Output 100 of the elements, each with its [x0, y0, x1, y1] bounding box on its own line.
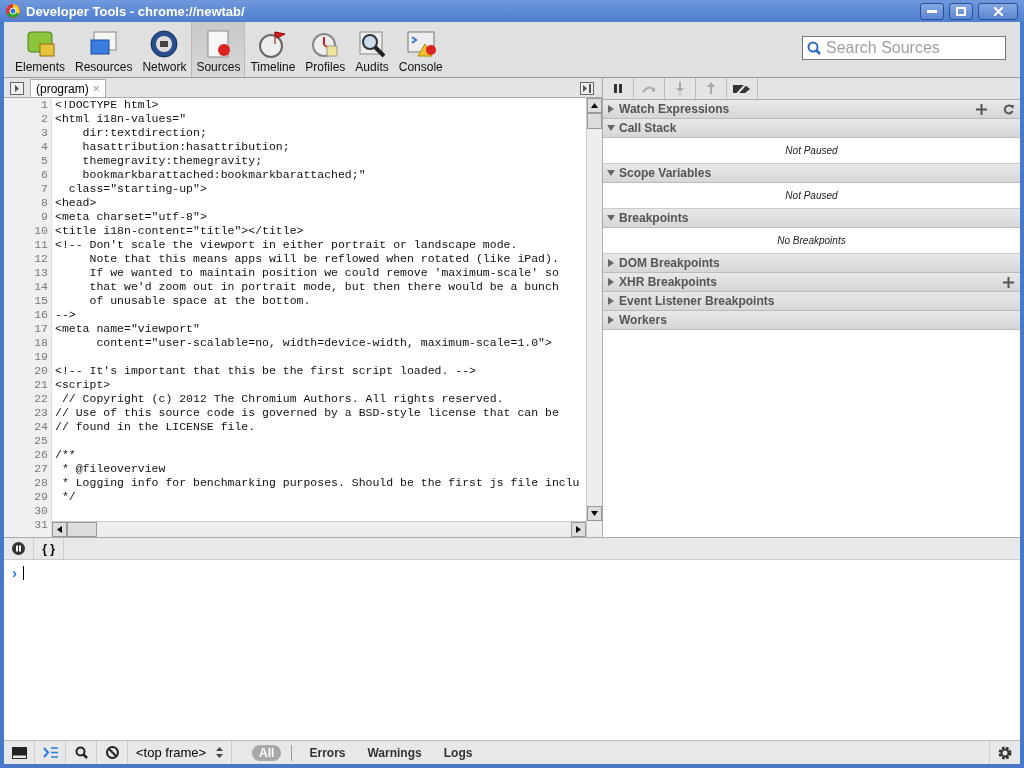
section-header[interactable]: Scope Variables [603, 164, 1020, 183]
section-header[interactable]: Workers [603, 311, 1020, 330]
code-line: <html i18n-values=" [55, 112, 188, 126]
code-line: <meta name="viewport" [55, 322, 201, 336]
line-number: 18 [33, 336, 49, 350]
section-header[interactable]: DOM Breakpoints [603, 254, 1020, 273]
line-number: 4 [40, 140, 49, 154]
step-over-icon [642, 84, 656, 93]
toggle-navigator-icon[interactable] [10, 82, 24, 95]
line-number: 8 [40, 196, 49, 210]
line-number: 9 [40, 210, 49, 224]
code-line: class="starting-up"> [67, 182, 208, 196]
section-header[interactable]: Watch Expressions [603, 100, 1020, 119]
step-into-icon [676, 82, 684, 95]
add-icon[interactable] [1003, 276, 1014, 288]
collapse-triangle-icon[interactable] [607, 169, 615, 177]
code-line: <title i18n-content="title"></title> [55, 224, 305, 238]
browser-logo-icon [6, 4, 20, 18]
code-line: * @fileoverview [60, 462, 167, 476]
code-line: dir:textdirection; [81, 126, 208, 140]
panel-tab[interactable]: Timeline [245, 22, 301, 77]
pause-icon [614, 84, 622, 93]
line-number: 2 [40, 112, 49, 126]
section-header[interactable]: Call Stack [603, 119, 1020, 138]
pretty-print-button[interactable]: { } [34, 537, 64, 560]
console-input[interactable]: › [4, 560, 1020, 740]
line-number: 17 [33, 322, 49, 336]
search-field[interactable]: Search Sources [802, 36, 1006, 60]
expand-triangle-icon[interactable] [607, 105, 615, 113]
expand-triangle-icon[interactable] [607, 316, 615, 324]
line-number: 30 [33, 504, 49, 518]
code-line: <head> [55, 196, 98, 210]
refresh-icon[interactable] [1003, 103, 1014, 115]
line-number: 10 [33, 224, 49, 238]
settings-icon [997, 744, 1013, 761]
code-line: // Use of this source code is governed by a BSD-style license that can be [55, 406, 560, 420]
frame-select[interactable]: <top frame> [128, 740, 233, 764]
scroll-down-icon[interactable] [591, 511, 598, 516]
scroll-up-icon[interactable] [591, 103, 598, 108]
panel-icon [148, 28, 181, 60]
code-line: <script> [55, 378, 112, 392]
panel-icon [24, 28, 56, 60]
filter-button[interactable]: Errors [302, 744, 353, 761]
panel-tab[interactable]: Console [393, 22, 448, 77]
toggle-debugger-icon[interactable] [580, 82, 594, 95]
maximize-button[interactable] [949, 2, 973, 20]
line-number: 5 [40, 154, 49, 168]
line-number: 7 [40, 182, 49, 196]
close-button[interactable] [978, 2, 1018, 20]
panel-tab[interactable]: Profiles [300, 22, 351, 77]
section-header[interactable]: XHR Breakpoints [603, 273, 1020, 292]
line-number: 13 [33, 266, 49, 280]
section-header[interactable]: Breakpoints [603, 209, 1020, 228]
file-tab[interactable]: (program) × [30, 79, 106, 97]
code-line: content="user-scalable=no, width=device-width, maximum-scale=1.0"> [95, 336, 553, 350]
line-number: 14 [33, 280, 49, 294]
line-number: 27 [33, 462, 49, 476]
line-number: 6 [40, 168, 49, 182]
updown-caret-icon [216, 747, 224, 758]
vertical-scrollbar[interactable] [586, 98, 602, 537]
filter-button[interactable]: Warnings [360, 744, 429, 761]
code-line: Note that this means apps will be reflowed when rotated (like iPad). [88, 252, 560, 266]
panel-tab[interactable]: Network [137, 22, 192, 77]
code-line: // Copyright (c) 2012 The Chromium Authors. All rights reserved. [60, 392, 505, 406]
code-line: <!-- Don't scale the viewport in either portrait or landscape mode. [55, 238, 519, 252]
scroll-thumb[interactable] [67, 522, 97, 537]
deactivate-breakpoints-icon [733, 83, 751, 94]
line-number: 24 [33, 420, 49, 434]
add-icon[interactable] [976, 103, 987, 115]
horizontal-scrollbar[interactable] [52, 521, 586, 537]
pause-circle-icon [12, 542, 25, 555]
line-number: 1 [40, 98, 49, 112]
panel-tab[interactable]: Sources [191, 22, 246, 77]
line-number: 16 [33, 308, 49, 322]
code-line: of unusable space at the bottom. [88, 294, 312, 308]
search-icon [74, 746, 88, 759]
line-number: 20 [33, 364, 49, 378]
expand-triangle-icon[interactable] [607, 297, 615, 305]
minimize-button[interactable] [920, 2, 944, 20]
line-number: 3 [40, 126, 49, 140]
line-number: 21 [33, 378, 49, 392]
code-line: <!-- It's important that this be the first script loaded. --> [55, 364, 477, 378]
panel-tab[interactable]: Resources [70, 22, 138, 77]
line-number: 26 [33, 448, 49, 462]
collapse-triangle-icon[interactable] [607, 214, 615, 222]
scroll-thumb[interactable] [587, 113, 602, 129]
scroll-right-icon[interactable] [576, 526, 581, 533]
expand-triangle-icon[interactable] [607, 259, 615, 267]
section-header[interactable]: Event Listener Breakpoints [603, 292, 1020, 311]
filter-button[interactable]: Logs [436, 744, 480, 761]
panel-tab[interactable]: Elements [10, 22, 71, 77]
code-line: <!DOCTYPE html> [55, 98, 160, 112]
scroll-left-icon[interactable] [57, 526, 62, 533]
console-prompt-icon [42, 747, 58, 758]
expand-triangle-icon[interactable] [607, 278, 615, 286]
collapse-triangle-icon[interactable] [607, 124, 615, 132]
code-line: hasattribution:hasattribution; [81, 140, 291, 154]
code-line: /** [55, 448, 77, 462]
line-number: 25 [33, 434, 49, 448]
panel-tab[interactable]: Audits [350, 22, 394, 77]
